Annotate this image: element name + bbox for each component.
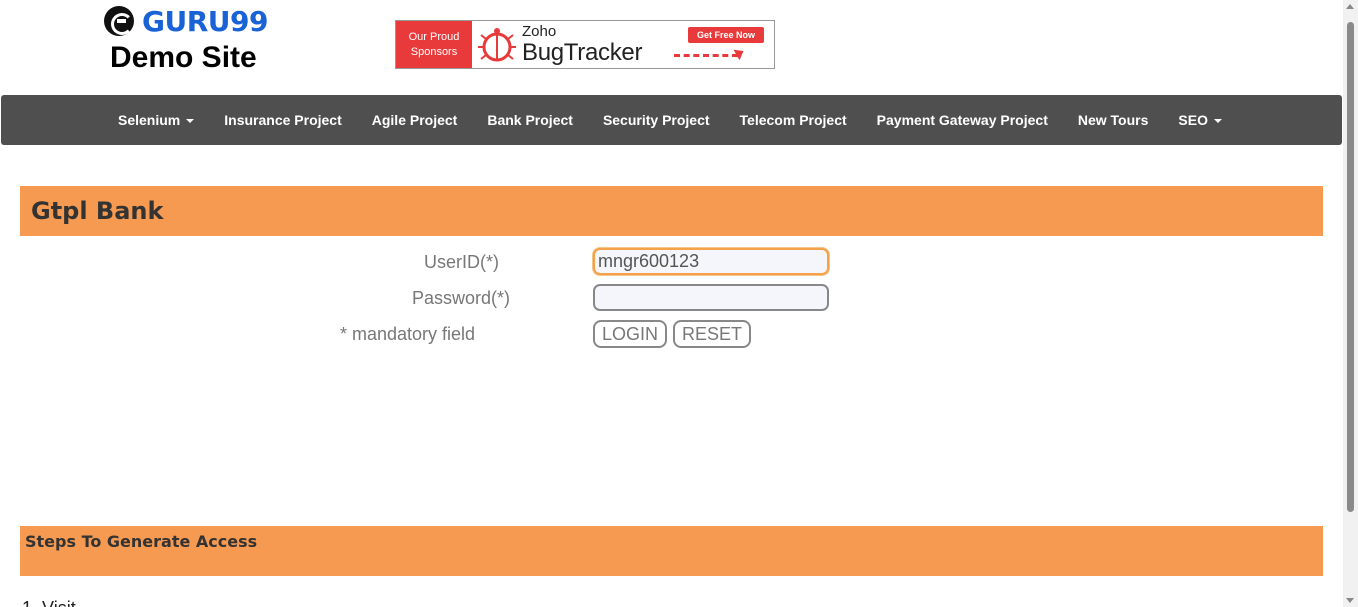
banner-brand: Zoho BugTracker [520,21,642,68]
banner-brand-small: Zoho [522,22,557,40]
bug-icon [472,21,520,68]
get-free-now-button[interactable]: Get Free Now [687,27,764,43]
site-logo[interactable]: GURU99 [104,4,274,38]
page-title: Gtpl Bank [31,197,164,225]
main-navbar: Selenium Insurance Project Agile Project… [1,95,1342,145]
nav-item-payment-gateway-project[interactable]: Payment Gateway Project [862,112,1063,128]
vertical-scrollbar[interactable] [1343,0,1358,607]
nav-item-label: Bank Project [487,112,573,128]
login-button[interactable]: LOGIN [593,320,667,348]
banner-brand-name: BugTracker [522,38,643,66]
scrollbar-thumb[interactable] [1347,22,1354,512]
nav-item-label: Insurance Project [224,112,342,128]
nav-item-label: New Tours [1077,112,1149,128]
scroll-up-icon[interactable] [1346,4,1354,9]
sponsor-line-1: Our Proud [408,30,460,43]
nav-item-label: Payment Gateway Project [876,112,1048,128]
caret-down-icon [1213,119,1222,124]
sponsor-banner[interactable]: Our Proud Sponsors Zoho BugTracker Get F… [395,20,775,69]
userid-label: UserID(*) [424,252,499,272]
nav-item-label: Security Project [602,112,710,128]
mandatory-note: * mandatory field [340,324,476,344]
arrow-icon [674,54,738,57]
nav-item-selenium[interactable]: Selenium [103,112,209,128]
nav-item-insurance-project[interactable]: Insurance Project [209,112,357,128]
nav-item-seo[interactable]: SEO [1163,112,1237,128]
nav-item-agile-project[interactable]: Agile Project [357,112,473,128]
steps-header: Steps To Generate Access [20,526,1323,576]
userid-input[interactable] [593,248,829,275]
step-item: 1. Visit [22,598,76,607]
password-label: Password(*) [412,288,511,308]
logo-text: GURU99 [142,4,268,38]
site-title: Demo Site [110,41,257,74]
nav-item-label: Telecom Project [739,112,847,128]
scroll-down-icon[interactable] [1346,598,1354,603]
nav-item-security-project[interactable]: Security Project [588,112,725,128]
nav-item-telecom-project[interactable]: Telecom Project [725,112,862,128]
nav-item-label: SEO [1178,112,1208,128]
nav-item-bank-project[interactable]: Bank Project [472,112,588,128]
caret-down-icon [186,119,195,124]
nav-item-new-tours[interactable]: New Tours [1063,112,1164,128]
password-input[interactable] [593,284,829,311]
reset-button[interactable]: RESET [673,320,751,348]
sponsor-line-2: Sponsors [410,45,458,58]
nav-item-label: Selenium [118,112,181,128]
sponsor-label: Our Proud Sponsors [396,21,472,68]
bank-header: Gtpl Bank [20,186,1323,236]
nav-item-label: Agile Project [371,112,458,128]
guru99-logo-icon [104,6,134,36]
steps-title: Steps To Generate Access [25,532,258,551]
